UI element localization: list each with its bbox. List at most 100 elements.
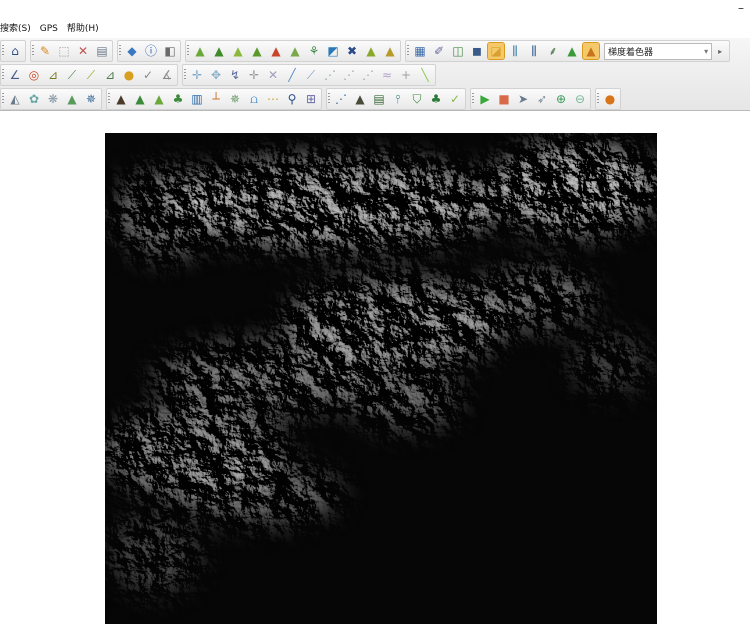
river-2-icon[interactable]: ▲ xyxy=(151,91,167,107)
cube-icon[interactable]: ◼ xyxy=(469,43,485,59)
info-icon[interactable]: ⓘ xyxy=(143,43,159,59)
bars-1-icon[interactable]: ⫼ xyxy=(507,43,523,59)
tree-3-icon[interactable]: ♣ xyxy=(428,91,444,107)
peak-icon[interactable]: ▲ xyxy=(352,91,368,107)
tool-1-icon[interactable]: ◭ xyxy=(7,91,23,107)
mountain-color-icon[interactable]: ▲ xyxy=(564,43,580,59)
slope-icon[interactable]: ◪ xyxy=(487,42,505,60)
toolbar-group-3-1: ◭ ✿ ❋ ▲ ✵ xyxy=(0,88,102,110)
toolbar-group-3-3: ⋰ ▲ ▤ ⫯ ⛉ ♣ ✓ xyxy=(326,88,466,110)
zoom-in-icon[interactable]: ⊕ xyxy=(553,91,569,107)
menu-gps[interactable]: GPS xyxy=(40,20,58,38)
tool-2-icon[interactable]: ✿ xyxy=(26,91,42,107)
curve-icon[interactable]: ↯ xyxy=(227,67,243,83)
toolbar-area: ⌂ ✎ ⬚ ✕ ▤ ◆ ⓘ ◧ ▲ ▲ ▲ ▲ ▲ ▲ ⚘ ◩ ✖ ▲ ▲ ▦ ✐ ◫ ◼ ◪ ⫼ ⫼ ⸙ ▲ ▲ 梯度着色器 ▾ ▸ ∠ ◎ ⊿… xyxy=(0,38,750,111)
brush-icon[interactable]: ✐ xyxy=(431,43,447,59)
target-icon[interactable]: ◎ xyxy=(26,67,42,83)
table-icon[interactable]: ▦ xyxy=(412,43,428,59)
mountain-1-icon[interactable]: ▲ xyxy=(113,91,129,107)
edit-angle-icon[interactable]: ∡ xyxy=(159,67,175,83)
terrain-3-icon[interactable]: ▲ xyxy=(230,43,246,59)
shield-icon[interactable]: ⛉ xyxy=(409,91,425,107)
terrain-10-icon[interactable]: ▲ xyxy=(363,43,379,59)
terrain-9-icon[interactable]: ✖ xyxy=(344,43,360,59)
move-2-icon[interactable]: ✥ xyxy=(208,67,224,83)
tag-icon[interactable]: ◆ xyxy=(124,43,140,59)
slope-2-icon[interactable]: ⟋ xyxy=(83,67,99,83)
toolbar-group-3-4: ▶ ■ ➤ ➶ ⊕ ⊖ xyxy=(470,88,591,110)
cross-icon[interactable]: ✕ xyxy=(265,67,281,83)
bars-2-icon[interactable]: ⫼ xyxy=(526,43,542,59)
key-icon[interactable]: ⚲ xyxy=(284,91,300,107)
line-1-icon[interactable]: ╱ xyxy=(284,67,300,83)
terrain-5-icon[interactable]: ▲ xyxy=(268,43,284,59)
fly-2-icon[interactable]: ➶ xyxy=(534,91,550,107)
slope-3-icon[interactable]: ⊿ xyxy=(102,67,118,83)
gradient-shader-icon[interactable]: ▲ xyxy=(582,42,600,60)
pencil-icon[interactable]: ✎ xyxy=(37,43,53,59)
river-1-icon[interactable]: ▲ xyxy=(132,91,148,107)
check-icon[interactable]: ✓ xyxy=(140,67,156,83)
toolbar-group-2-2: ✛ ✥ ↯ ✛ ✕ ╱ ⟋ ⋰ ⋰ ⋰ ≈ + ╲ xyxy=(182,64,436,86)
pole-icon[interactable]: ┴ xyxy=(208,91,224,107)
home-icon[interactable]: ⌂ xyxy=(7,43,23,59)
toolbar-group-3-2: ▲ ▲ ▲ ♣ ▥ ┴ ✵ ⩍ ⋯ ⚲ ⊞ xyxy=(106,88,322,110)
tree-icon[interactable]: ⸙ xyxy=(545,43,561,59)
terrain-6-icon[interactable]: ▲ xyxy=(287,43,303,59)
toolbar-row-3: ◭ ✿ ❋ ▲ ✵ ▲ ▲ ▲ ♣ ▥ ┴ ✵ ⩍ ⋯ ⚲ ⊞ ⋰ ▲ ▤ ⫯ ⛉ ♣ ✓ ▶ ■ ➤ ➶ ⊕ ⊖ ● xyxy=(0,88,750,110)
building-icon[interactable]: ▥ xyxy=(189,91,205,107)
tree-2-icon[interactable]: ♣ xyxy=(170,91,186,107)
shader-select[interactable]: 梯度着色器 ▾ xyxy=(604,42,713,60)
water-icon[interactable]: ⩍ xyxy=(246,91,262,107)
angle-icon[interactable]: ∠ xyxy=(7,67,23,83)
line-5-icon[interactable]: ⋰ xyxy=(360,67,376,83)
tool-5-icon[interactable]: ✵ xyxy=(83,91,99,107)
point-1-icon[interactable]: ⋰ xyxy=(333,91,349,107)
blob-icon[interactable]: ● xyxy=(121,67,137,83)
globe-icon[interactable]: ● xyxy=(602,91,618,107)
line-6-icon[interactable]: ≈ xyxy=(379,67,395,83)
terrain-1-icon[interactable]: ▲ xyxy=(192,43,208,59)
stop-icon[interactable]: ■ xyxy=(496,91,512,107)
zoom-layer-icon[interactable]: ◧ xyxy=(162,43,178,59)
play-icon[interactable]: ▶ xyxy=(477,91,493,107)
fly-icon[interactable]: ➤ xyxy=(515,91,531,107)
terrain-4-icon[interactable]: ▲ xyxy=(249,43,265,59)
line-7-icon[interactable]: ╲ xyxy=(417,67,433,83)
tool-3-icon[interactable]: ❋ xyxy=(45,91,61,107)
line-2-icon[interactable]: ⟋ xyxy=(303,67,319,83)
dots-icon[interactable]: ⋯ xyxy=(265,91,281,107)
layer-1-icon[interactable]: ▤ xyxy=(371,91,387,107)
ruler-icon[interactable]: ⊿ xyxy=(45,67,61,83)
move-3-icon[interactable]: ✛ xyxy=(246,67,262,83)
menu-bar: 搜索(S) GPS 帮助(H) xyxy=(0,20,750,38)
menu-help[interactable]: 帮助(H) xyxy=(67,20,99,38)
toolbar-group-1-4: ▲ ▲ ▲ ▲ ▲ ▲ ⚘ ◩ ✖ ▲ ▲ xyxy=(185,40,401,62)
select-box-icon[interactable]: ⬚ xyxy=(56,43,72,59)
toolbar-group-3-5: ● xyxy=(595,88,621,110)
grid-icon[interactable]: ⊞ xyxy=(303,91,319,107)
zoom-out-icon[interactable]: ⊖ xyxy=(572,91,588,107)
menu-search[interactable]: 搜索(S) xyxy=(0,20,31,38)
shader-select-value: 梯度着色器 xyxy=(608,47,654,58)
pole-2-icon[interactable]: ✵ xyxy=(227,91,243,107)
terrain-11-icon[interactable]: ▲ xyxy=(382,43,398,59)
map-view[interactable] xyxy=(0,111,750,624)
terrain-2-icon[interactable]: ▲ xyxy=(211,43,227,59)
tool-4-icon[interactable]: ▲ xyxy=(64,91,80,107)
plus-icon[interactable]: + xyxy=(398,67,414,83)
list-icon[interactable]: ▤ xyxy=(94,43,110,59)
layer-2-icon[interactable]: ⫯ xyxy=(390,91,406,107)
line-4-icon[interactable]: ⋰ xyxy=(341,67,357,83)
minimize-button[interactable]: – xyxy=(738,0,744,16)
move-1-icon[interactable]: ✛ xyxy=(189,67,205,83)
hillshade-raster[interactable] xyxy=(105,133,657,624)
toolbar-overflow-icon[interactable]: ▸ xyxy=(715,43,725,60)
delete-icon[interactable]: ✕ xyxy=(75,43,91,59)
terrain-8-icon[interactable]: ◩ xyxy=(325,43,341,59)
slope-line-icon[interactable]: ⟋ xyxy=(64,67,80,83)
paint-icon[interactable]: ✓ xyxy=(447,91,463,107)
terrain-7-icon[interactable]: ⚘ xyxy=(306,43,322,59)
align-icon[interactable]: ◫ xyxy=(450,43,466,59)
line-3-icon[interactable]: ⋰ xyxy=(322,67,338,83)
